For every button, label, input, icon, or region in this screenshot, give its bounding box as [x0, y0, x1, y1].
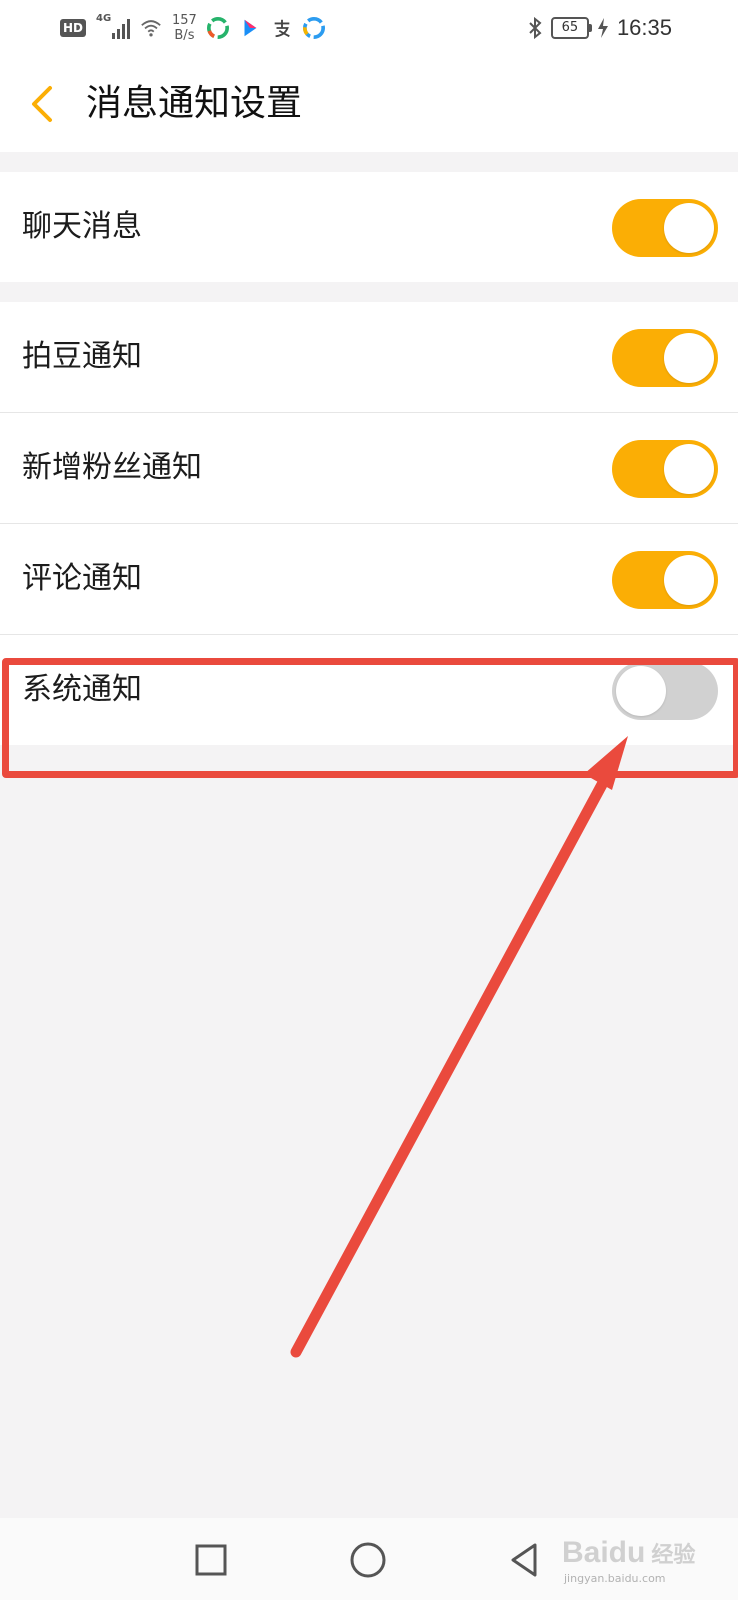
watermark-brand: Baidu 经验	[562, 1536, 695, 1570]
toggle-knob	[664, 203, 714, 253]
setting-row-comments: 评论通知	[0, 523, 738, 634]
youku-icon	[244, 19, 257, 37]
chat-toggle[interactable]	[612, 199, 718, 257]
toggle-knob	[664, 333, 714, 383]
back-button[interactable]	[24, 82, 64, 126]
recent-apps-icon	[195, 1544, 227, 1576]
signal-icon: 4G	[96, 13, 131, 43]
alipay-icon	[274, 19, 290, 38]
status-bar-left: HD 4G 157 B/s	[60, 10, 325, 46]
clock: 16:35	[616, 15, 672, 40]
paidou-toggle[interactable]	[612, 329, 718, 387]
watermark-url: jingyan.baidu.com	[564, 1572, 666, 1585]
comments-toggle[interactable]	[612, 551, 718, 609]
hd-icon: HD	[60, 19, 87, 37]
app-icon	[302, 17, 325, 39]
bluetooth-icon	[529, 16, 542, 40]
setting-label-comments: 评论通知	[22, 561, 142, 596]
network-speed: 157 B/s	[172, 13, 197, 43]
home-icon	[350, 1542, 386, 1578]
toggle-knob	[664, 555, 714, 605]
annotation-highlight-box	[2, 658, 738, 778]
status-bar-right: 65 16:35	[527, 13, 672, 43]
baidu-watermark: Baidu 经验 jingyan.baidu.com	[562, 1532, 712, 1588]
setting-label-paidou: 拍豆通知	[22, 339, 142, 374]
speed-unit: B/s	[174, 28, 195, 43]
setting-label-chat: 聊天消息	[22, 209, 142, 244]
setting-label-new-fans: 新增粉丝通知	[22, 450, 202, 485]
watermark-brand-name: Baidu	[562, 1536, 646, 1569]
header: 消息通知设置	[0, 56, 738, 152]
charging-icon	[597, 18, 608, 38]
status-bar: HD 4G 157 B/s 65 16:35	[0, 0, 738, 56]
page-title: 消息通知设置	[86, 83, 303, 124]
watermark-brand-suffix: 经验	[651, 1542, 696, 1567]
recent-apps-button[interactable]	[191, 1540, 231, 1580]
nav-back-button[interactable]	[505, 1540, 545, 1580]
setting-row-new-fans: 新增粉丝通知	[0, 412, 738, 523]
chevron-left-icon	[32, 86, 52, 122]
speed-value: 157	[172, 13, 197, 28]
battery-icon: 65	[550, 17, 592, 39]
app-icon	[206, 17, 229, 39]
setting-row-paidou: 拍豆通知	[0, 302, 738, 412]
new-fans-toggle[interactable]	[612, 440, 718, 498]
network-type: 4G	[96, 13, 112, 24]
back-icon	[511, 1543, 537, 1577]
home-button[interactable]	[348, 1540, 388, 1580]
settings-section-chat: 聊天消息	[0, 172, 738, 282]
setting-row-chat: 聊天消息	[0, 172, 738, 282]
wifi-icon	[141, 20, 161, 37]
toggle-knob	[664, 444, 714, 494]
